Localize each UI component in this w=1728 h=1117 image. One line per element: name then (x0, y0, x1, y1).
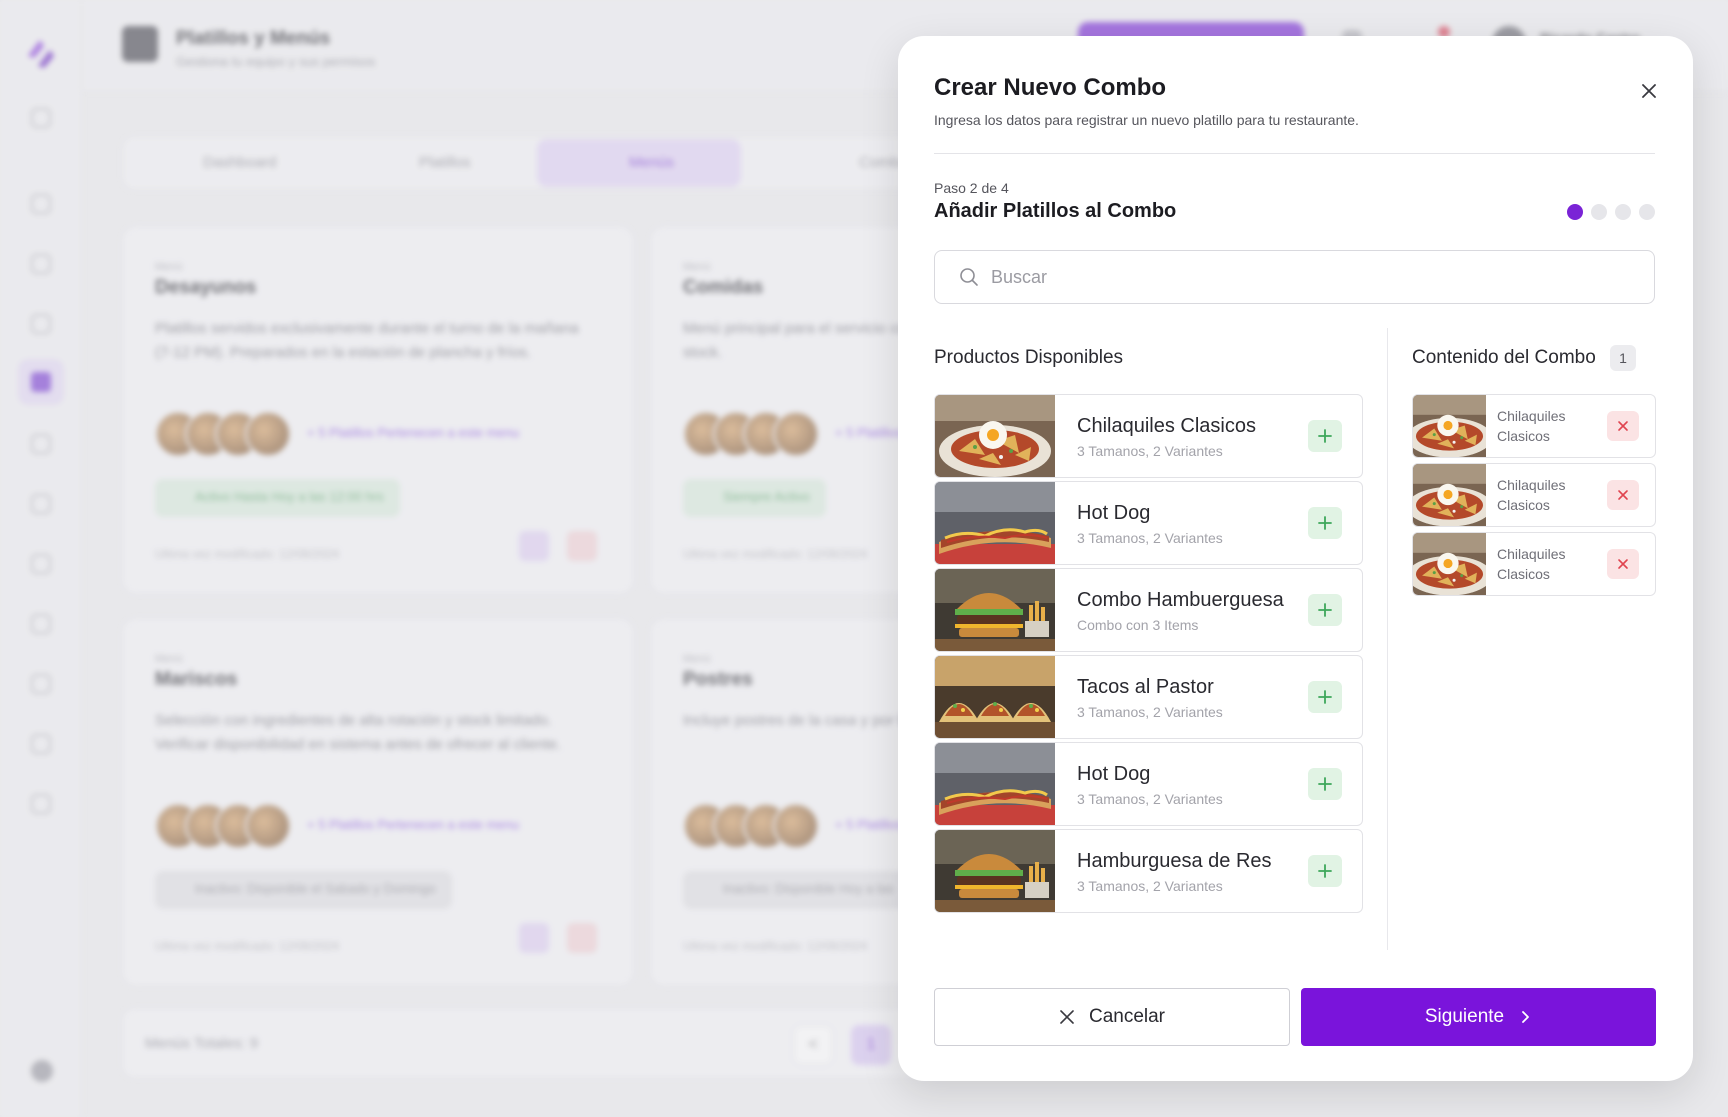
add-product-button[interactable] (1308, 768, 1342, 800)
step-dot (1615, 204, 1631, 220)
step-dot (1591, 204, 1607, 220)
combo-content-title: Contenido del Combo (1412, 347, 1596, 368)
combo-item: Chilaquiles Clasicos (1412, 532, 1656, 596)
close-icon (1618, 490, 1628, 500)
remove-item-button[interactable] (1607, 549, 1639, 579)
add-product-button[interactable] (1308, 855, 1342, 887)
product-card[interactable]: Hamburguesa de Res 3 Tamanos, 2 Variante… (934, 829, 1363, 913)
modal-title: Crear Nuevo Combo (934, 74, 1167, 101)
chevron-right-icon (1522, 1011, 1530, 1023)
product-name: Chilaquiles Clasicos (1077, 415, 1256, 437)
add-product-button[interactable] (1308, 420, 1342, 452)
product-card[interactable]: Hot Dog 3 Tamanos, 2 Variantes (934, 481, 1363, 565)
combo-item-image (1413, 533, 1496, 595)
plus-icon (1318, 777, 1332, 791)
plus-icon (1318, 690, 1332, 704)
product-image (935, 743, 1055, 825)
divider (934, 153, 1655, 154)
remove-item-button[interactable] (1607, 411, 1639, 441)
create-combo-modal: Crear Nuevo Combo Ingresa los datos para… (898, 36, 1693, 1081)
step-indicator (1567, 204, 1655, 220)
available-products-title: Productos Disponibles (934, 347, 1124, 368)
close-icon (1618, 421, 1628, 431)
next-label: Siguiente (1424, 1006, 1505, 1027)
product-card[interactable]: Hot Dog 3 Tamanos, 2 Variantes (934, 742, 1363, 826)
step-label: Paso 2 de 4 (934, 180, 1009, 196)
combo-item: Chilaquiles Clasicos (1412, 463, 1656, 527)
combo-item-name: Chilaquiles Clasicos (1497, 408, 1566, 444)
search-input[interactable] (991, 266, 1611, 288)
next-button[interactable]: Siguiente (1301, 988, 1656, 1046)
close-icon (1618, 559, 1628, 569)
close-icon (1060, 1010, 1074, 1024)
plus-icon (1318, 864, 1332, 878)
search-box[interactable] (934, 250, 1655, 304)
product-card[interactable]: Combo Hambuerguesa Combo con 3 Items (934, 568, 1363, 652)
product-meta: 3 Tamanos, 2 Variantes (1077, 530, 1223, 546)
plus-icon (1318, 603, 1332, 617)
product-image (935, 830, 1055, 912)
plus-icon (1318, 516, 1332, 530)
product-name: Hot Dog (1077, 763, 1151, 785)
product-meta: 3 Tamanos, 2 Variantes (1077, 791, 1223, 807)
cancel-label: Cancelar (1088, 1006, 1166, 1027)
close-icon (1642, 84, 1656, 98)
cancel-button[interactable]: Cancelar (934, 988, 1290, 1046)
step-title: Añadir Platillos al Combo (934, 200, 1177, 222)
product-image (935, 656, 1055, 738)
combo-item-image (1413, 395, 1496, 457)
product-name: Combo Hambuerguesa (1077, 589, 1284, 611)
product-image (935, 395, 1055, 477)
remove-item-button[interactable] (1607, 480, 1639, 510)
plus-icon (1318, 429, 1332, 443)
product-list[interactable]: Chilaquiles Clasicos 3 Tamanos, 2 Varian… (934, 394, 1364, 950)
product-card[interactable]: Tacos al Pastor 3 Tamanos, 2 Variantes (934, 655, 1363, 739)
column-divider (1387, 328, 1388, 950)
close-button[interactable] (1634, 76, 1664, 106)
product-card[interactable]: Chilaquiles Clasicos 3 Tamanos, 2 Varian… (934, 394, 1363, 478)
modal-subtitle: Ingresa los datos para registrar un nuev… (934, 112, 1359, 128)
product-name: Hamburguesa de Res (1077, 850, 1272, 872)
combo-count-badge: 1 (1610, 345, 1636, 371)
product-name: Tacos al Pastor (1077, 676, 1214, 698)
add-product-button[interactable] (1308, 681, 1342, 713)
combo-item-name: Chilaquiles Clasicos (1497, 546, 1566, 582)
product-image (935, 569, 1055, 651)
product-image (935, 482, 1055, 564)
product-meta: 3 Tamanos, 2 Variantes (1077, 878, 1223, 894)
product-name: Hot Dog (1077, 502, 1151, 524)
step-dot (1639, 204, 1655, 220)
add-product-button[interactable] (1308, 507, 1342, 539)
step-dot (1567, 204, 1583, 220)
combo-item-name: Chilaquiles Clasicos (1497, 477, 1566, 513)
add-product-button[interactable] (1308, 594, 1342, 626)
product-meta: 3 Tamanos, 2 Variantes (1077, 704, 1223, 720)
combo-item: Chilaquiles Clasicos (1412, 394, 1656, 458)
combo-item-image (1413, 464, 1496, 526)
product-meta: 3 Tamanos, 2 Variantes (1077, 443, 1223, 459)
search-icon (960, 268, 978, 286)
product-meta: Combo con 3 Items (1077, 617, 1199, 633)
